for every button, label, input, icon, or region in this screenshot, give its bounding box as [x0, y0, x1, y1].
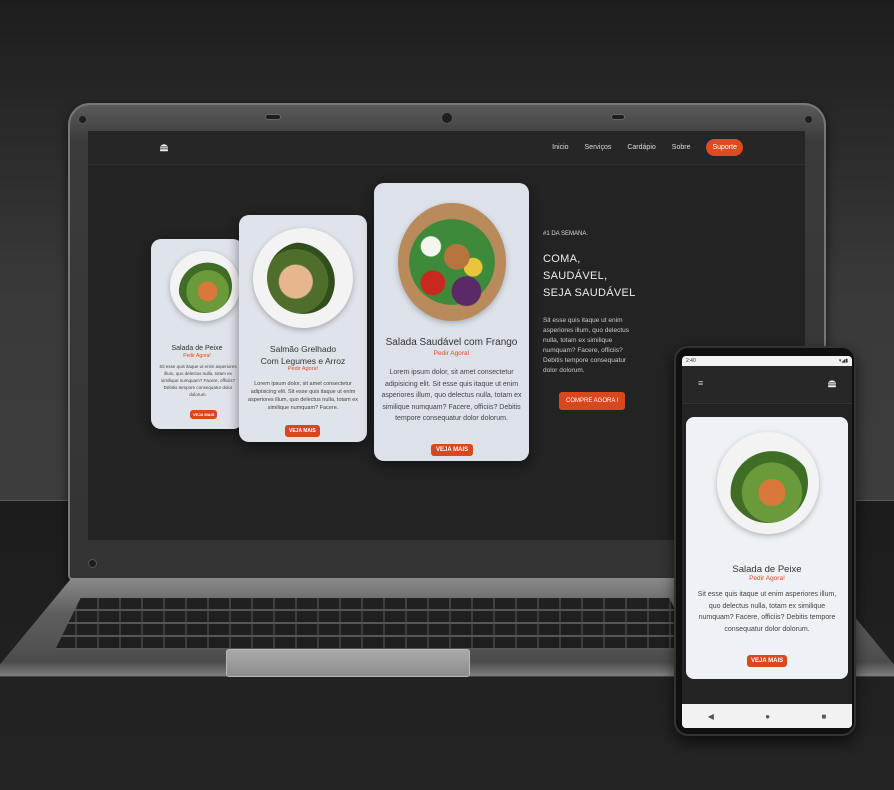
card-title: Salada de Peixe [171, 345, 223, 352]
salmon-salad-image [178, 259, 232, 313]
card-subtitle[interactable]: Pedir Agora! [374, 350, 529, 357]
card-title: Salmão Grelhado Com Legumes e Arroz [239, 343, 367, 367]
hero-section: #1 DA SEMANA. COMA, SAUDÁVEL, SEJA SAUDÁ… [543, 231, 637, 410]
card-title: Salada de Peixe [732, 564, 802, 575]
status-time: 2:40 [686, 358, 696, 364]
keyboard-rows [55, 598, 695, 650]
support-button[interactable]: Suporte [706, 139, 743, 156]
lid-screw [804, 115, 813, 124]
card-description: Lorem ipsum dolor, sit amet consectetur … [381, 369, 522, 422]
buy-now-button[interactable]: COMPRE AGORA ! [559, 392, 626, 410]
hero-title-line3: SEJA SAUDÁVEL [543, 287, 636, 299]
menu-card-salmao-grelhado[interactable]: Salmão Grelhado Com Legumes e Arroz Pedi… [239, 215, 367, 442]
smartphone: 2:40 ▾◢▮ ≡ Salada de Peixe Pedir Agora! … [674, 346, 856, 736]
phone-navbar: ≡ [682, 366, 852, 404]
lid-slot [611, 114, 625, 120]
phone-nav-bar: ◀ ● ■ [682, 704, 852, 728]
phone-screen: 2:40 ▾◢▮ ≡ Salada de Peixe Pedir Agora! … [682, 356, 852, 728]
site-navbar: Inicio Serviços Cardápio Sobre Suporte [88, 131, 805, 165]
nav-link-sobre[interactable]: Sobre [672, 144, 691, 151]
home-icon[interactable]: ● [765, 712, 770, 721]
phone-status-bar: 2:40 ▾◢▮ [682, 356, 852, 366]
grilled-salmon-image [267, 242, 339, 314]
burger-icon[interactable] [160, 143, 168, 152]
burger-icon[interactable] [828, 379, 836, 388]
hero-tag: #1 DA SEMANA. [543, 231, 589, 237]
card-title: Salada Saudável com Frango [385, 337, 518, 348]
card-title-line1: Salmão Grelhado [269, 344, 337, 354]
hero-title-line2: SAUDÁVEL, [543, 270, 608, 282]
lid-slot [265, 114, 281, 120]
hamburger-menu-icon[interactable]: ≡ [698, 378, 703, 388]
card-subtitle[interactable]: Pedir Agora! [239, 366, 367, 372]
veja-mais-button[interactable]: VEJA MAIS [431, 444, 474, 456]
nav-link-servicos[interactable]: Serviços [585, 144, 612, 151]
lid-screw [88, 559, 97, 568]
card-description: Sit esse quis itaque ut enim asperiores … [159, 364, 237, 397]
hero-title-line1: COMA, [543, 253, 581, 265]
hero-description: Sit esse quis itaque ut enim asperiores … [543, 317, 629, 374]
veja-mais-button[interactable]: VEJA MAIS [747, 655, 788, 667]
nav-link-cardapio[interactable]: Cardápio [627, 144, 655, 151]
card-title-line2: Com Legumes e Arroz [260, 356, 346, 366]
nav-links: Inicio Serviços Cardápio Sobre Suporte [552, 139, 743, 156]
card-description: Lorem ipsum dolor, sit amet consectetur … [247, 381, 359, 411]
salmon-salad-image [728, 443, 808, 523]
veja-mais-button[interactable]: VEJA MAIS [190, 410, 218, 419]
battery-signal-icon: ▾◢▮ [838, 358, 848, 364]
hero-title: COMA, SAUDÁVEL, SEJA SAUDÁVEL [543, 251, 637, 302]
menu-card-salada-frango[interactable]: Salada Saudável com Frango Pedir Agora! … [374, 183, 529, 461]
webcam-icon [441, 112, 453, 124]
lid-screw [78, 115, 87, 124]
menu-card-salada-peixe[interactable]: Salada de Peixe Pedir Agora! Sit esse qu… [151, 239, 243, 429]
card-subtitle[interactable]: Pedir Agora! [151, 353, 243, 359]
card-description: Sit esse quis itaque ut enim asperiores … [697, 591, 837, 633]
card-subtitle[interactable]: Pedir Agora! [686, 575, 848, 582]
veja-mais-button[interactable]: VEJA MAIS [285, 425, 320, 437]
laptop-trackpad [226, 649, 470, 677]
menu-card-salada-peixe[interactable]: Salada de Peixe Pedir Agora! Sit esse qu… [686, 417, 848, 679]
nav-link-inicio[interactable]: Inicio [552, 144, 568, 151]
back-icon[interactable]: ◀ [708, 712, 714, 721]
chicken-salad-image [404, 210, 500, 314]
recents-icon[interactable]: ■ [821, 712, 826, 721]
